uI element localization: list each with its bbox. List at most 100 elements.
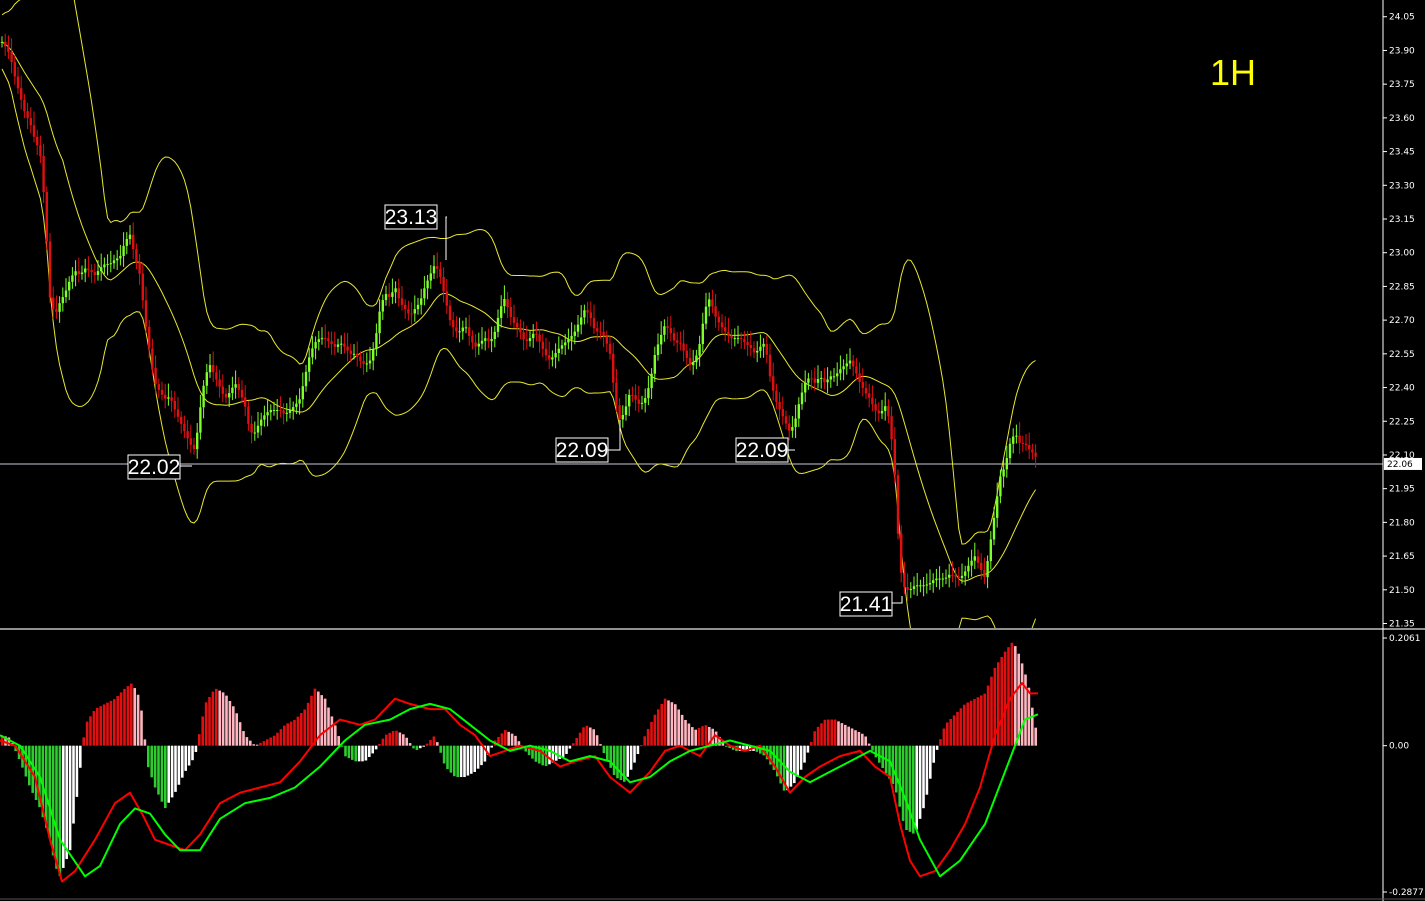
macd-histogram-bar (915, 745, 918, 830)
macd-histogram-bar (565, 745, 568, 754)
macd-histogram-bar (96, 707, 99, 746)
candle-body (848, 360, 852, 364)
macd-histogram-bar (446, 745, 449, 770)
macd-histogram-bar (650, 721, 653, 746)
candle-body (96, 271, 100, 275)
candle-body (327, 338, 330, 342)
macd-histogram-bar (269, 737, 272, 746)
candle-body (935, 578, 938, 581)
candle-body (13, 62, 16, 77)
macd-histogram-bar (232, 706, 235, 746)
candle-body (148, 326, 151, 349)
candle-body (781, 409, 784, 417)
candle-body (378, 311, 381, 334)
candle-body (164, 394, 167, 399)
osc-tick-label: 0.00 (1389, 742, 1409, 752)
candle-body (186, 431, 189, 439)
candle-body (1012, 436, 1015, 444)
macd-histogram-bar (918, 745, 922, 819)
macd-histogram-bar (470, 745, 473, 774)
candle-body (788, 423, 791, 431)
macd-histogram-bar (415, 745, 419, 750)
candle-body (762, 343, 765, 347)
candle-body (68, 281, 71, 291)
candle-body (586, 310, 589, 313)
candle-body (733, 338, 736, 340)
candle-body (196, 432, 199, 450)
macd-histogram-bar (660, 703, 663, 746)
macd-histogram-bar (422, 745, 425, 747)
candle-body (669, 328, 672, 334)
macd-histogram-bar (385, 734, 388, 746)
candle-body (375, 333, 378, 350)
candle-body (103, 264, 106, 268)
macd-histogram-bar (215, 688, 218, 746)
candle-body (1018, 435, 1021, 443)
macd-histogram-bar (425, 743, 429, 746)
macd-histogram-bar (602, 745, 606, 753)
candle-body (381, 300, 384, 312)
candle-body (743, 339, 746, 343)
candle-body (1024, 443, 1028, 446)
candle-body (448, 305, 452, 321)
candle-body (330, 341, 333, 345)
candle-body (1015, 435, 1018, 437)
candle-body (845, 363, 848, 367)
macd-histogram-bar (725, 745, 728, 747)
candle-body (644, 398, 647, 403)
price-tick-label: 21.95 (1389, 485, 1415, 495)
macd-histogram-bar (922, 745, 925, 809)
macd-histogram-bar (323, 698, 327, 746)
candle-body (250, 423, 253, 433)
macd-histogram-bar (238, 722, 242, 746)
candle-body (522, 332, 525, 340)
candle-body (404, 304, 407, 310)
macd-histogram-bar (871, 745, 874, 751)
macd-histogram-bar (1034, 727, 1037, 746)
candle-body (26, 111, 29, 119)
candle-body (144, 300, 148, 327)
macd-histogram-bar (680, 714, 684, 746)
macd-histogram-bar (476, 745, 480, 769)
candle-body (128, 234, 132, 240)
candle-body (1028, 445, 1031, 450)
macd-histogram-bar (412, 745, 415, 749)
candle-body (439, 268, 442, 277)
candle-body (714, 306, 717, 317)
price-tick-label: 21.80 (1389, 518, 1415, 528)
candle-body (461, 327, 464, 332)
macd-histogram-bar (398, 732, 402, 746)
candle-body (932, 580, 935, 584)
candle-body (688, 357, 692, 366)
candle-body (493, 331, 496, 340)
candle-body (208, 365, 212, 373)
macd-histogram-bar (330, 716, 334, 746)
candle-body (429, 273, 432, 281)
macd-histogram-bar (572, 743, 575, 746)
candle-body (500, 306, 503, 318)
candle-body (138, 262, 141, 274)
macd-histogram-bar (252, 744, 255, 746)
candle-body (964, 571, 967, 576)
price-tick-label: 23.90 (1389, 46, 1415, 56)
candle-body (212, 365, 215, 373)
macd-histogram-bar (184, 745, 187, 771)
candle-body (634, 395, 637, 400)
macd-histogram-bar (119, 692, 123, 746)
candle-body (71, 275, 74, 282)
candle-body (906, 587, 909, 590)
candle-body (52, 297, 55, 310)
macd-histogram-bar (249, 740, 252, 746)
macd-histogram-bar (646, 728, 650, 746)
macd-histogram-bar (677, 709, 680, 746)
candle-body (628, 394, 631, 407)
candle-body (269, 410, 272, 413)
candle-body (247, 406, 250, 424)
macd-histogram-bar (242, 731, 245, 746)
candle-body (570, 335, 573, 340)
macd-histogram-bar (126, 686, 130, 746)
candle-body (548, 355, 551, 360)
macd-histogram-bar (303, 709, 306, 746)
macd-histogram-bar (827, 719, 830, 746)
candle-body (800, 392, 804, 405)
